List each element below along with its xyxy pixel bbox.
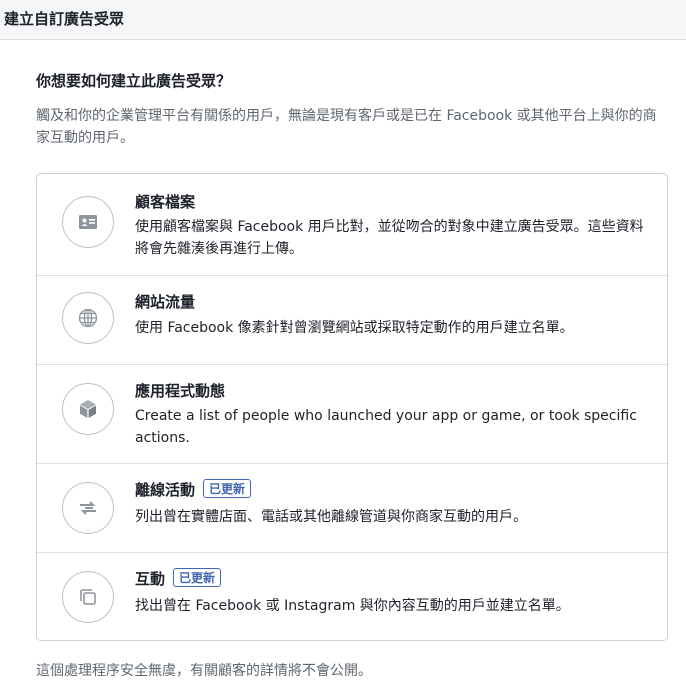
option-customer-file[interactable]: 顧客檔案 使用顧客檔案與 Facebook 用戶比對，並從吻合的對象中建立廣告受… [37,174,667,275]
offline-sync-icon [62,482,114,534]
updated-badge: 已更新 [173,568,222,587]
engagement-icon [62,571,114,623]
question-heading: 你想要如何建立此廣告受眾？ [36,72,232,90]
option-description: 使用顧客檔案與 Facebook 用戶比對，並從吻合的對象中建立廣告受眾。這些資… [135,219,644,257]
question-description: 觸及和你的企業管理平台有關係的用戶，無論是現有客戶或是已在 Facebook 或… [36,108,657,146]
dialog-header: 建立自訂廣告受眾 [0,0,686,40]
option-app-activity[interactable]: 應用程式動態 Create a list of people who launc… [37,364,667,463]
option-description: Create a list of people who launched you… [135,408,637,446]
option-description: 列出曾在實體店面、電話或其他離線管道與你商家互動的用戶。 [135,509,527,525]
privacy-note: 這個處理程序安全無虞，有關顧客的詳情將不會公開。 [36,663,372,679]
option-title-text: 互動 [135,570,166,588]
option-title: 應用程式動態 [135,382,226,400]
option-title: 離線活動 已更新 [135,479,252,500]
contact-card-icon [62,196,114,248]
option-title-text: 離線活動 [135,481,196,499]
audience-source-list: 顧客檔案 使用顧客檔案與 Facebook 用戶比對，並從吻合的對象中建立廣告受… [36,173,668,641]
dialog-title: 建立自訂廣告受眾 [4,10,125,28]
cube-icon [62,383,114,435]
option-title: 網站流量 [135,293,196,311]
updated-badge: 已更新 [203,479,252,498]
option-title: 顧客檔案 [135,193,196,211]
option-engagement[interactable]: 互動 已更新 找出曾在 Facebook 或 Instagram 與你內容互動的用… [37,552,667,640]
option-title: 互動 已更新 [135,568,222,589]
option-offline-activity[interactable]: 離線活動 已更新 列出曾在實體店面、電話或其他離線管道與你商家互動的用戶。 [37,463,667,552]
globe-icon [62,292,114,344]
option-website-traffic[interactable]: 網站流量 使用 Facebook 像素針對曾瀏覽網站或採取特定動作的用戶建立名單… [37,275,667,364]
option-description: 使用 Facebook 像素針對曾瀏覽網站或採取特定動作的用戶建立名單。 [135,320,574,336]
option-description: 找出曾在 Facebook 或 Instagram 與你內容互動的用戶並建立名單… [135,598,570,614]
